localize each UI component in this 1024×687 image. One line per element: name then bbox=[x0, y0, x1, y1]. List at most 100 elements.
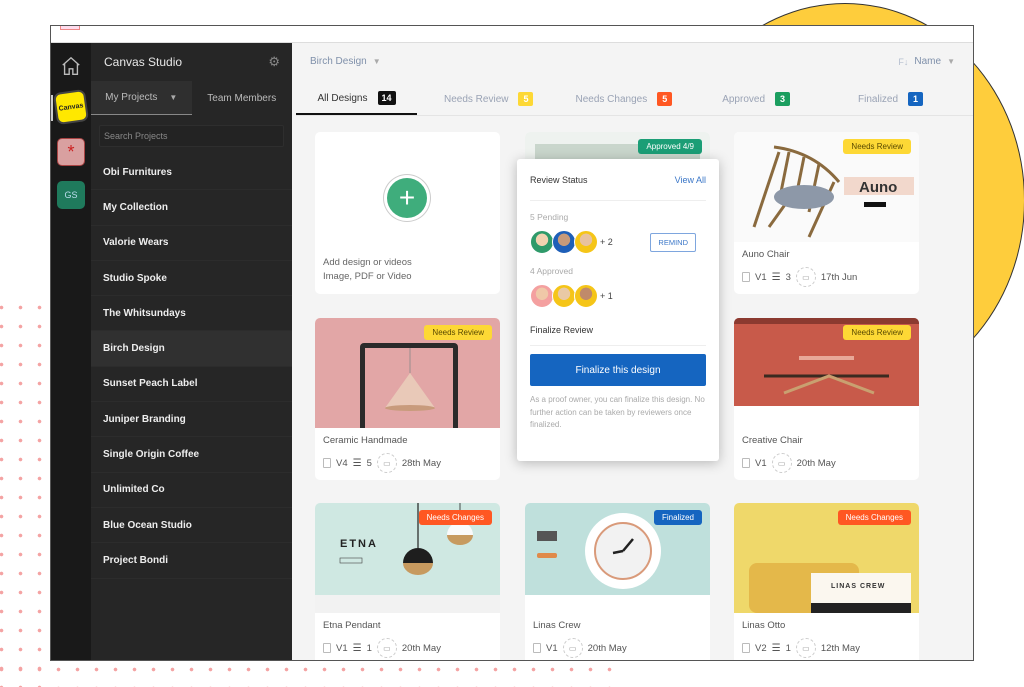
calendar-icon[interactable]: ▭ bbox=[795, 638, 816, 658]
sidebar-item-project[interactable]: Sunset Peach Label bbox=[91, 367, 292, 403]
card-title: Linas Otto bbox=[742, 620, 786, 631]
pending-label: 5 Pending bbox=[530, 212, 569, 222]
tab-label: Needs Changes bbox=[575, 93, 648, 105]
tab-approved[interactable]: Approved 3 bbox=[710, 83, 802, 115]
card-title: Creative Chair bbox=[742, 435, 803, 446]
thumb-text: Auno bbox=[859, 179, 897, 196]
count-badge: 5 bbox=[518, 92, 534, 106]
sort-label: Name bbox=[914, 56, 942, 67]
breadcrumb[interactable]: Birch Design ▼ bbox=[310, 56, 381, 67]
tab-needs-review[interactable]: Needs Review 5 bbox=[432, 83, 545, 115]
date: 20th May bbox=[401, 642, 441, 654]
comment-icon: ☰ bbox=[771, 271, 781, 283]
app-window: Canvas * GS Canvas Studio ⚙ My Projects … bbox=[50, 25, 974, 661]
date: 20th May bbox=[587, 642, 627, 654]
count-badge: 14 bbox=[377, 91, 396, 105]
popover-title: Review Status bbox=[530, 174, 588, 185]
active-indicator bbox=[51, 95, 53, 121]
count-badge: 5 bbox=[657, 92, 673, 106]
sort-dropdown[interactable]: F↓ Name ▼ bbox=[898, 56, 955, 67]
sidebar-item-project[interactable]: Unlimited Co bbox=[91, 473, 292, 508]
sidebar-item-project[interactable]: Valorie Wears bbox=[91, 226, 292, 261]
approved-label: 4 Approved bbox=[530, 266, 574, 276]
date: 12th May bbox=[820, 642, 860, 654]
tab-all-designs[interactable]: All Designs 14 bbox=[296, 83, 417, 115]
avatar bbox=[530, 284, 554, 308]
status-badge: Approved 4/9 bbox=[638, 139, 702, 154]
view-all-link[interactable]: View All bbox=[675, 175, 706, 185]
file-icon bbox=[742, 458, 750, 468]
sidebar-item-project[interactable]: Project Bondi bbox=[91, 543, 292, 579]
comment-count: 1 bbox=[366, 642, 372, 654]
finalize-review-title: Finalize Review bbox=[530, 325, 706, 346]
status-badge: Needs Changes bbox=[418, 510, 492, 525]
file-icon bbox=[533, 643, 541, 653]
tab-label: All Designs bbox=[317, 92, 368, 104]
tab-label: My Projects bbox=[105, 92, 158, 103]
workspace-gs[interactable]: GS bbox=[57, 181, 85, 209]
sidebar-item-project[interactable]: The Whitsundays bbox=[91, 296, 292, 332]
logo-icon bbox=[60, 26, 80, 30]
status-badge: Needs Changes bbox=[837, 510, 911, 525]
version: V2 bbox=[755, 642, 767, 654]
file-icon bbox=[323, 458, 331, 468]
design-card[interactable]: Finalized Linas Crew V1 ▭ 20th May bbox=[525, 503, 710, 660]
main-content: Birch Design ▼ F↓ Name ▼ All Designs 1 4 … bbox=[292, 43, 973, 660]
avatar bbox=[552, 230, 576, 254]
review-status-popover: Review Status View All 5 Pending + 2 REM… bbox=[517, 159, 719, 461]
sidebar-item-project[interactable]: Single Origin Coffee bbox=[91, 437, 292, 473]
status-badge: Needs Review bbox=[843, 325, 911, 340]
status-badge: Needs Review bbox=[843, 139, 911, 154]
date: 20th May bbox=[796, 457, 836, 469]
comment-count: 5 bbox=[366, 457, 372, 469]
design-card[interactable]: Auno Needs Review Auno Chair V1 ☰ 3 ▭ 17… bbox=[734, 132, 919, 294]
file-icon bbox=[742, 643, 750, 653]
sidebar-item-project[interactable]: Juniper Branding bbox=[91, 402, 292, 438]
date: 28th May bbox=[401, 457, 441, 469]
avatar bbox=[574, 230, 598, 254]
tab-finalized[interactable]: Finalized 1 bbox=[846, 83, 935, 115]
design-card[interactable]: LINAS CREW Needs Changes Linas Otto V2 ☰… bbox=[734, 503, 919, 660]
calendar-icon[interactable]: ▭ bbox=[562, 638, 583, 658]
card-title: Ceramic Handmade bbox=[323, 435, 408, 446]
tab-needs-changes[interactable]: Needs Changes 5 bbox=[563, 83, 684, 115]
chevron-down-icon: ▼ bbox=[372, 57, 381, 66]
card-title: Auno Chair bbox=[742, 249, 790, 260]
finalize-button[interactable]: Finalize this design bbox=[530, 354, 706, 386]
file-icon bbox=[742, 272, 750, 282]
workspace-rail: Canvas * GS bbox=[51, 43, 91, 660]
version: V4 bbox=[336, 457, 348, 469]
thumb-text: ETNA bbox=[340, 538, 378, 550]
chevron-down-icon: ▼ bbox=[947, 57, 955, 66]
tab-my-projects[interactable]: My Projects ▼ bbox=[91, 81, 192, 115]
sort-icon: F↓ bbox=[898, 56, 909, 67]
version: V1 bbox=[755, 457, 767, 469]
calendar-icon[interactable]: ▭ bbox=[771, 453, 792, 473]
search-projects-input[interactable]: Search Projects bbox=[99, 125, 284, 147]
design-card[interactable]: Needs Review Creative Chair V1 ▭ 20th Ma… bbox=[734, 318, 919, 480]
calendar-icon[interactable]: ▭ bbox=[376, 638, 397, 658]
tab-label: Team Members bbox=[207, 92, 277, 104]
date: 17th Jun bbox=[820, 271, 858, 283]
top-bar bbox=[51, 26, 973, 43]
sidebar-item-project[interactable]: My Collection bbox=[91, 190, 292, 226]
calendar-icon[interactable]: ▭ bbox=[376, 453, 397, 473]
sidebar-item-project[interactable]: Studio Spoke bbox=[91, 261, 292, 297]
sidebar-item-project[interactable]: Blue Ocean Studio bbox=[91, 508, 292, 544]
count-badge: 3 bbox=[775, 92, 791, 106]
design-card[interactable]: ETNA Needs Changes Etna Pendant V1 ☰ 1 ▭… bbox=[315, 503, 500, 660]
workspace-canvas[interactable]: Canvas bbox=[55, 91, 87, 123]
tab-team-members[interactable]: Team Members bbox=[192, 81, 293, 115]
chevron-down-icon: ▼ bbox=[169, 93, 178, 102]
sidebar-item-project[interactable]: Obi Furnitures bbox=[91, 155, 292, 191]
sidebar-item-project[interactable]: Birch Design bbox=[91, 331, 292, 367]
workspace-asterisk[interactable]: * bbox=[57, 138, 85, 166]
home-icon[interactable] bbox=[60, 55, 82, 77]
add-design-card[interactable]: + Add design or videos Image, PDF or Vid… bbox=[315, 132, 500, 294]
design-card[interactable]: Needs Review Ceramic Handmade V4 ☰ 5 ▭ 2… bbox=[315, 318, 500, 480]
remind-button[interactable]: REMIND bbox=[650, 232, 696, 252]
gear-icon[interactable]: ⚙ bbox=[268, 54, 280, 70]
calendar-icon[interactable]: ▭ bbox=[795, 267, 816, 287]
plus-icon[interactable]: + bbox=[387, 178, 427, 218]
file-icon bbox=[323, 643, 331, 653]
